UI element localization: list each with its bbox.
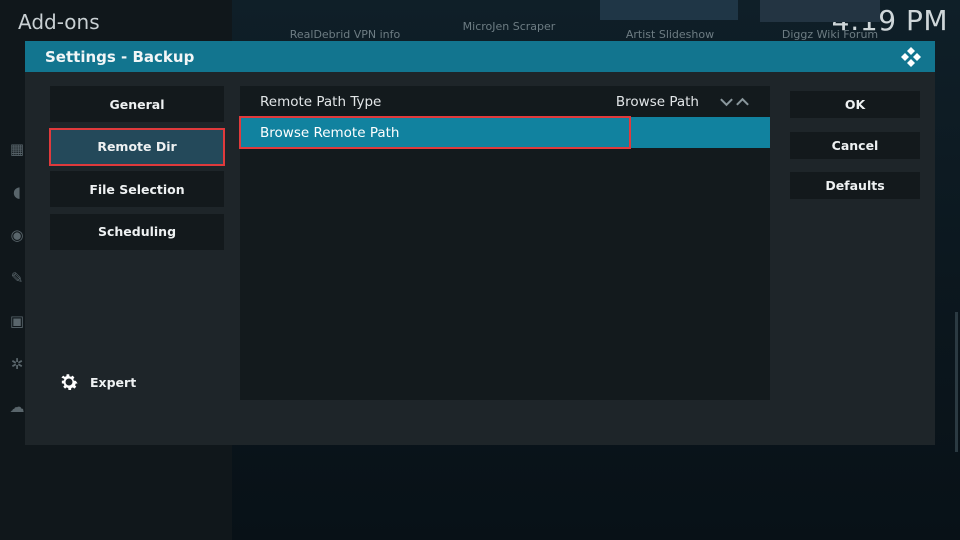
defaults-button[interactable]: Defaults xyxy=(790,172,920,199)
background-tiles: RealDebrid VPN info MicroJen Scraper Art… xyxy=(270,0,960,42)
spin-down-icon[interactable] xyxy=(719,97,734,107)
setting-label: Browse Remote Path xyxy=(260,124,400,141)
pictures-icon: ▣ xyxy=(9,312,25,330)
addon-tile[interactable]: Artist Slideshow xyxy=(595,0,745,42)
category-file-selection[interactable]: File Selection xyxy=(50,171,224,207)
movies-icon: ▦ xyxy=(9,140,25,158)
kodi-logo-icon xyxy=(901,46,921,67)
spin-up-icon[interactable] xyxy=(735,97,750,107)
addon-tile[interactable]: Diggz Wiki Forum xyxy=(755,0,905,42)
settings-dialog: Settings - Backup General Remote Dir Fil… xyxy=(25,41,935,445)
addon-tile[interactable]: MicroJen Scraper xyxy=(434,0,584,42)
expert-label: Expert xyxy=(90,374,137,390)
setting-label: Remote Path Type xyxy=(260,93,382,110)
music-icon: ◖ xyxy=(13,183,21,201)
addons-icon: ✎ xyxy=(10,269,24,287)
addon-tile[interactable]: RealDebrid VPN info xyxy=(270,0,420,42)
dialog-header: Settings - Backup xyxy=(25,41,935,72)
background-scrollbar xyxy=(955,312,958,452)
category-scheduling[interactable]: Scheduling xyxy=(50,213,224,250)
dialog-title: Settings - Backup xyxy=(45,47,195,66)
settings-list: Remote Path Type Browse Path Browse Remo… xyxy=(239,86,770,400)
weather-icon: ☁ xyxy=(9,398,25,416)
cancel-button[interactable]: Cancel xyxy=(790,131,920,159)
category-list: General Remote Dir File Selection Schedu… xyxy=(49,86,225,256)
ok-button[interactable]: OK xyxy=(790,91,920,118)
expert-level-toggle[interactable]: Expert xyxy=(58,371,136,393)
category-general[interactable]: General xyxy=(50,86,224,122)
games-icon: ◉ xyxy=(10,226,24,244)
setting-browse-remote-path[interactable]: Browse Remote Path xyxy=(239,116,770,149)
setting-remote-path-type[interactable]: Remote Path Type Browse Path xyxy=(240,86,770,117)
setting-value: Browse Path xyxy=(615,93,699,110)
page-title: Add-ons xyxy=(18,10,100,34)
category-remote-dir[interactable]: Remote Dir xyxy=(49,127,225,166)
gear-icon xyxy=(61,374,78,390)
button-column: OK Cancel Defaults xyxy=(790,91,920,213)
settings-icon: ✲ xyxy=(10,355,24,373)
